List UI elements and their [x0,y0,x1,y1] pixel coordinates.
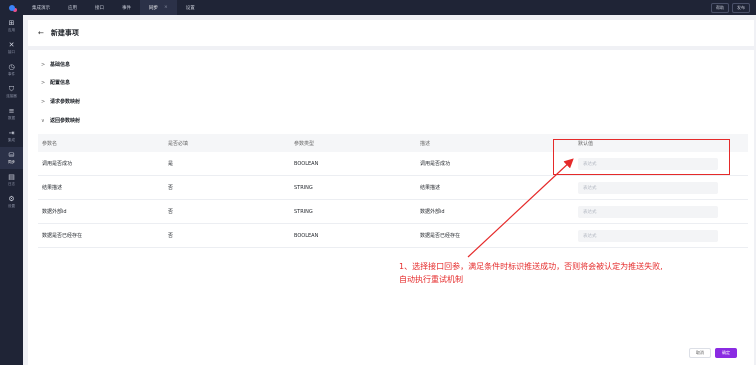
confirm-button[interactable]: 确定 [715,348,737,358]
form-footer: 取消 确定 [689,348,737,358]
annotation-arrow [467,158,574,258]
annotation-note: 1、选择接口回参，满足条件时标识推送成功，否则将会被认定为推送失败, 自动执行重… [399,262,663,284]
cancel-button[interactable]: 取消 [689,348,711,358]
